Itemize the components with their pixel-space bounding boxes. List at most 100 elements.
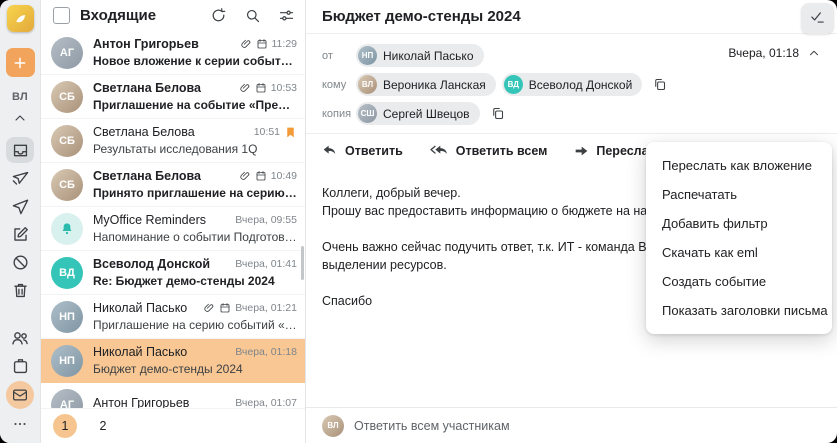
search-button[interactable]: [244, 7, 261, 24]
multi-select-button[interactable]: [801, 3, 834, 34]
to-chip[interactable]: ВЛ Вероника Ланская: [356, 73, 496, 96]
profile-initials[interactable]: ВЛ: [12, 91, 28, 103]
menu-item-print[interactable]: Распечатать: [646, 180, 832, 209]
page-button-2[interactable]: 2: [91, 414, 115, 438]
avatar: НП: [51, 300, 83, 333]
cc-label: копия: [322, 107, 352, 120]
message-subject: Бюджет демо-стенды 2024: [93, 362, 243, 376]
message-subject: Новое вложение к серии событий «Аналити.…: [93, 54, 297, 68]
trash-icon: [13, 283, 27, 297]
pagination: 1 2: [41, 408, 305, 443]
checklist-icon: [811, 12, 824, 23]
avatar: ВЛ: [322, 414, 344, 437]
list-item[interactable]: АГ Антон Григорьев 11:29 Новое вложение …: [41, 31, 305, 75]
reply-all-button[interactable]: Ответить всем: [429, 143, 547, 159]
sidebar-item-contacts[interactable]: [6, 325, 34, 351]
avatar: АГ: [51, 388, 83, 408]
list-item[interactable]: MyOffice Reminders Вчера, 09:55 Напомина…: [41, 207, 305, 251]
list-item[interactable]: СБ Светлана Белова 10:49 Принято приглаш…: [41, 163, 305, 207]
sidebar-more-button[interactable]: [6, 411, 34, 437]
sidebar-item-outbox[interactable]: [6, 165, 34, 191]
app-window: ВЛ Входящие АГ Антон Григорьев 11:29 Нов…: [0, 0, 837, 443]
plus-icon: [14, 57, 26, 68]
chevron-up-icon: [15, 115, 25, 121]
sidebar-item-trash[interactable]: [6, 277, 34, 303]
message-subject: Напоминание о событии Подготовить отчет.…: [93, 230, 297, 244]
sender-name: Всеволод Донской: [93, 257, 211, 271]
avatar: СБ: [51, 80, 83, 113]
folder-title: Входящие: [80, 7, 157, 24]
search-icon: [246, 9, 260, 23]
message-title: Бюджет демо-стенды 2024: [322, 8, 521, 25]
filter-button[interactable]: [278, 7, 295, 24]
list-item[interactable]: ВД Всеволод Донской Вчера, 01:41 Re: Бюд…: [41, 251, 305, 295]
sender-name: Николай Пасько: [93, 345, 188, 359]
paperclip-icon: [240, 171, 250, 180]
message-date: Вчера, 01:18: [728, 46, 799, 60]
inbox-icon: [13, 144, 27, 156]
sidebar-item-inbox[interactable]: [6, 137, 34, 163]
event-icon: [256, 83, 266, 93]
sender-name: Светлана Белова: [93, 169, 201, 183]
menu-item-forward-as-attachment[interactable]: Переслать как вложение: [646, 151, 832, 180]
copy-icon: [655, 78, 666, 91]
list-item[interactable]: НП Николай Пасько Вчера, 01:21 Приглашен…: [41, 295, 305, 339]
sidebar-item-drafts[interactable]: [6, 221, 34, 247]
message-subject: Приглашение на событие «Предварительно..…: [93, 98, 297, 112]
message-meta: от НП Николай Пасько кому ВЛ Вероника Ла…: [306, 34, 837, 133]
mail-list-header: Входящие: [41, 0, 305, 31]
avatar: ВД: [51, 256, 83, 289]
message-context-menu: Переслать как вложение Распечатать Добав…: [646, 142, 832, 334]
sidebar-item-mail[interactable]: [6, 381, 34, 409]
sidebar-apps: [6, 323, 34, 437]
reply-button[interactable]: Ответить: [322, 143, 403, 159]
send-icon: [12, 198, 28, 214]
bell-icon: [62, 222, 72, 234]
bookmark-icon: [287, 127, 294, 137]
reading-pane: Бюджет демо-стенды 2024 от НП Николай Па…: [306, 0, 837, 443]
collapse-header-icon[interactable]: [807, 46, 821, 60]
message-time: 10:53: [270, 82, 297, 94]
quick-reply-bar[interactable]: ВЛ Ответить всем участникам: [306, 407, 837, 443]
avatar: СБ: [51, 168, 83, 201]
sender-name: Светлана Белова: [93, 125, 195, 139]
event-icon: [220, 303, 230, 313]
app-logo[interactable]: [6, 5, 34, 32]
list-item[interactable]: СБ Светлана Белова 10:53 Приглашение на …: [41, 75, 305, 119]
message-subject: Принято приглашение на серию событий «..…: [93, 186, 297, 200]
sender-name: Антон Григорьев: [93, 37, 199, 51]
from-chip[interactable]: НП Николай Пасько: [356, 44, 484, 67]
message-header: Бюджет демо-стенды 2024: [306, 0, 837, 34]
cc-chip[interactable]: СШ Сергей Швецов: [356, 102, 480, 125]
message-time: Вчера, 09:55: [235, 214, 297, 226]
message-time: Вчера, 01:07: [235, 397, 297, 408]
sender-name: MyOffice Reminders: [93, 213, 206, 227]
filter-icon: [279, 10, 294, 21]
list-scrollbar[interactable]: [301, 246, 304, 280]
select-all-checkbox[interactable]: [53, 7, 70, 24]
list-item[interactable]: АГ Антон Григорьев Вчера, 01:07: [41, 383, 305, 408]
sidebar-item-calendar[interactable]: [6, 353, 34, 379]
page-button-1[interactable]: 1: [53, 414, 77, 438]
contacts-icon: [12, 332, 28, 345]
refresh-button[interactable]: [210, 7, 227, 24]
list-item-selected[interactable]: НП Николай Пасько Вчера, 01:18 Бюджет де…: [41, 339, 305, 383]
list-item[interactable]: СБ Светлана Белова 10:51 Результаты иссл…: [41, 119, 305, 163]
from-label: от: [322, 49, 333, 62]
message-time: 11:29: [271, 38, 298, 50]
sidebar-item-sent[interactable]: [6, 193, 34, 219]
menu-item-add-filter[interactable]: Добавить фильтр: [646, 209, 832, 238]
copy-cc-button[interactable]: [490, 106, 505, 121]
menu-item-show-headers[interactable]: Показать заголовки письма: [646, 296, 832, 325]
sidebar-item-spam[interactable]: [6, 249, 34, 275]
collapse-folders-button[interactable]: [6, 105, 34, 131]
outbox-icon: [12, 171, 28, 185]
avatar: НП: [358, 46, 377, 65]
to-chip[interactable]: ВД Всеволод Донской: [501, 73, 643, 96]
paperclip-icon: [204, 303, 214, 312]
compose-button[interactable]: [5, 48, 35, 77]
message-time: Вчера, 01:41: [235, 258, 297, 270]
menu-item-download-eml[interactable]: Скачать как eml: [646, 238, 832, 267]
copy-recipients-button[interactable]: [652, 77, 667, 92]
menu-item-create-event[interactable]: Создать событие: [646, 267, 832, 296]
